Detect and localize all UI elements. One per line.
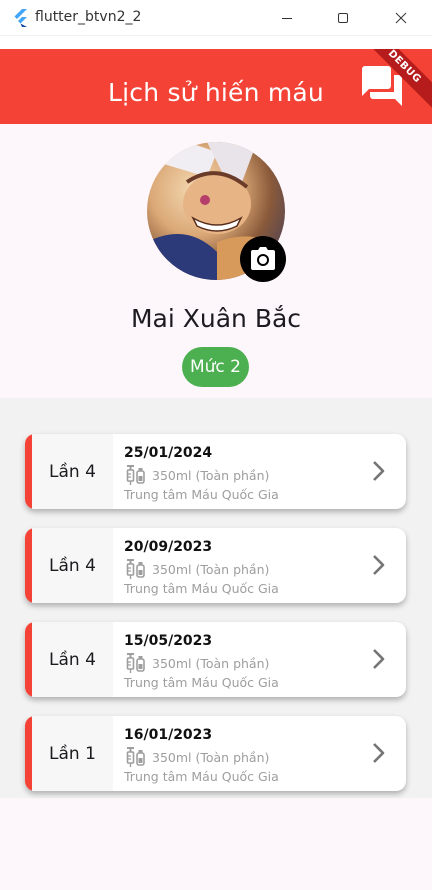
donation-place: Trung tâm Máu Quốc Gia [124,487,279,502]
change-photo-button[interactable] [240,236,286,282]
chevron-right-icon[interactable] [367,553,391,577]
donation-volume-row: 350ml (Toàn phần) [124,558,269,580]
window-frame [0,36,432,49]
donation-volume-row: 350ml (Toàn phần) [124,464,269,486]
donation-card[interactable]: Lần 4 15/05/2023 350ml (Toàn phần) Trung… [25,622,406,697]
profile-section: Mai Xuân Bắc Mức 2 [0,124,432,398]
close-button[interactable] [372,0,430,36]
donation-count-box: Lần 4 [32,434,113,509]
minimize-button[interactable] [258,0,316,36]
window-title: flutter_btvn2_2 [35,9,142,25]
app-bar: Lịch sử hiến máu DEBUG [0,49,432,124]
chevron-right-icon[interactable] [367,647,391,671]
donation-volume: 350ml (Toàn phần) [152,561,270,577]
chevron-right-icon[interactable] [367,741,391,765]
user-name: Mai Xuân Bắc [130,304,302,333]
donation-volume: 350ml (Toàn phần) [152,655,270,671]
syringe-icon [126,559,145,579]
chevron-right-icon[interactable] [367,459,391,483]
syringe-icon [126,747,145,767]
donation-place: Trung tâm Máu Quốc Gia [124,581,279,596]
donation-count-box: Lần 4 [32,622,113,697]
flutter-icon [14,9,27,27]
maximize-button[interactable] [314,0,372,36]
donation-count: Lần 1 [49,743,96,764]
close-icon [395,12,407,24]
donation-count-box: Lần 4 [32,528,113,603]
donation-date: 15/05/2023 [124,633,213,649]
camera-icon [251,247,275,270]
donation-place: Trung tâm Máu Quốc Gia [124,675,279,690]
card-accent-bar [25,622,32,697]
syringe-icon [126,653,145,673]
donation-count: Lần 4 [49,649,96,670]
donation-date: 25/01/2024 [124,445,213,461]
card-accent-bar [25,716,32,791]
window-titlebar: flutter_btvn2_2 [0,0,432,36]
donation-volume-row: 350ml (Toàn phần) [124,746,269,768]
donation-count: Lần 4 [49,461,96,482]
level-label: Mức 2 [189,357,241,377]
donation-volume: 350ml (Toàn phần) [152,467,270,483]
donation-count: Lần 4 [49,555,96,576]
donation-card[interactable]: Lần 4 20/09/2023 350ml (Toàn phần) Trung… [25,528,406,603]
maximize-icon [338,13,348,23]
donation-volume-row: 350ml (Toàn phần) [124,652,269,674]
donation-volume: 350ml (Toàn phần) [152,749,270,765]
donation-count-box: Lần 1 [32,716,113,791]
donation-date: 20/09/2023 [124,539,213,555]
syringe-icon [126,465,145,485]
minimize-icon [282,18,292,19]
donation-place: Trung tâm Máu Quốc Gia [124,769,279,784]
donation-date: 16/01/2023 [124,727,213,743]
card-accent-bar [25,434,32,509]
donation-history-list: Lần 4 25/01/2024 350ml (Toàn phần) Trung… [0,398,432,798]
donation-card[interactable]: Lần 4 25/01/2024 350ml (Toàn phần) Trung… [25,434,406,509]
card-accent-bar [25,528,32,603]
level-badge: Mức 2 [182,347,249,387]
donation-card[interactable]: Lần 1 16/01/2023 350ml (Toàn phần) Trung… [25,716,406,791]
